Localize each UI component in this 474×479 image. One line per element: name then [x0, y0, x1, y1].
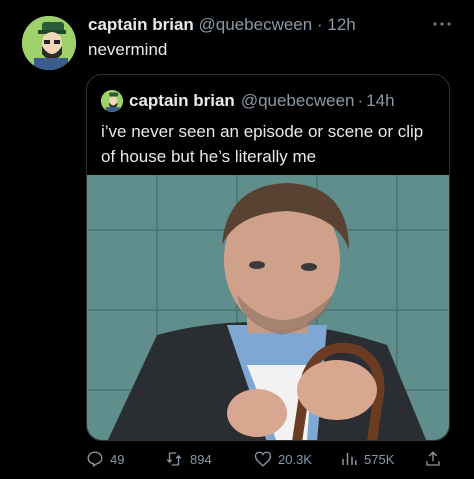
tweet[interactable]: captain brian @quebecween · 12h nevermin…: [0, 0, 474, 479]
share-button[interactable]: [424, 450, 448, 468]
quote-media-image[interactable]: [87, 175, 449, 440]
reply-button[interactable]: 49: [86, 450, 124, 468]
retweet-count: 894: [190, 451, 212, 467]
retweet-button[interactable]: 894: [164, 450, 212, 468]
quote-timestamp: 14h: [366, 91, 395, 110]
share-icon: [426, 451, 440, 466]
quote-author-name: captain brian: [129, 91, 235, 110]
reply-count: 49: [110, 451, 125, 467]
like-count: 20.3K: [278, 451, 312, 467]
author-handle[interactable]: @quebecween: [199, 15, 313, 34]
quote-text: i’ve never seen an episode or scene or c…: [101, 122, 424, 166]
tweet-header: captain brian @quebecween · 12h: [88, 14, 356, 36]
quoted-tweet[interactable]: captain brian @quebecween · 14h i’ve nev…: [86, 74, 450, 441]
quote-author-avatar: [101, 90, 123, 112]
views-button[interactable]: 575K: [340, 450, 394, 468]
quote-separator: ·: [357, 91, 364, 110]
quote-author-handle: @quebecween: [240, 91, 355, 110]
views-icon: [342, 453, 357, 465]
author-avatar[interactable]: [22, 16, 76, 70]
tweet-text: nevermind: [88, 40, 168, 59]
more-dots-icon[interactable]: [432, 14, 452, 30]
quote-header: captain brian @quebecween · 14h: [101, 89, 395, 113]
separator: ·: [316, 15, 323, 34]
like-button[interactable]: 20.3K: [254, 450, 312, 468]
views-count: 575K: [364, 451, 395, 467]
reply-icon: [87, 451, 103, 467]
retweet-icon: [166, 452, 182, 466]
author-name[interactable]: captain brian: [88, 15, 194, 34]
tweet-actions: 49 894 20.3K 575K: [86, 450, 454, 476]
like-icon: [254, 451, 272, 467]
timestamp[interactable]: 12h: [327, 15, 355, 34]
